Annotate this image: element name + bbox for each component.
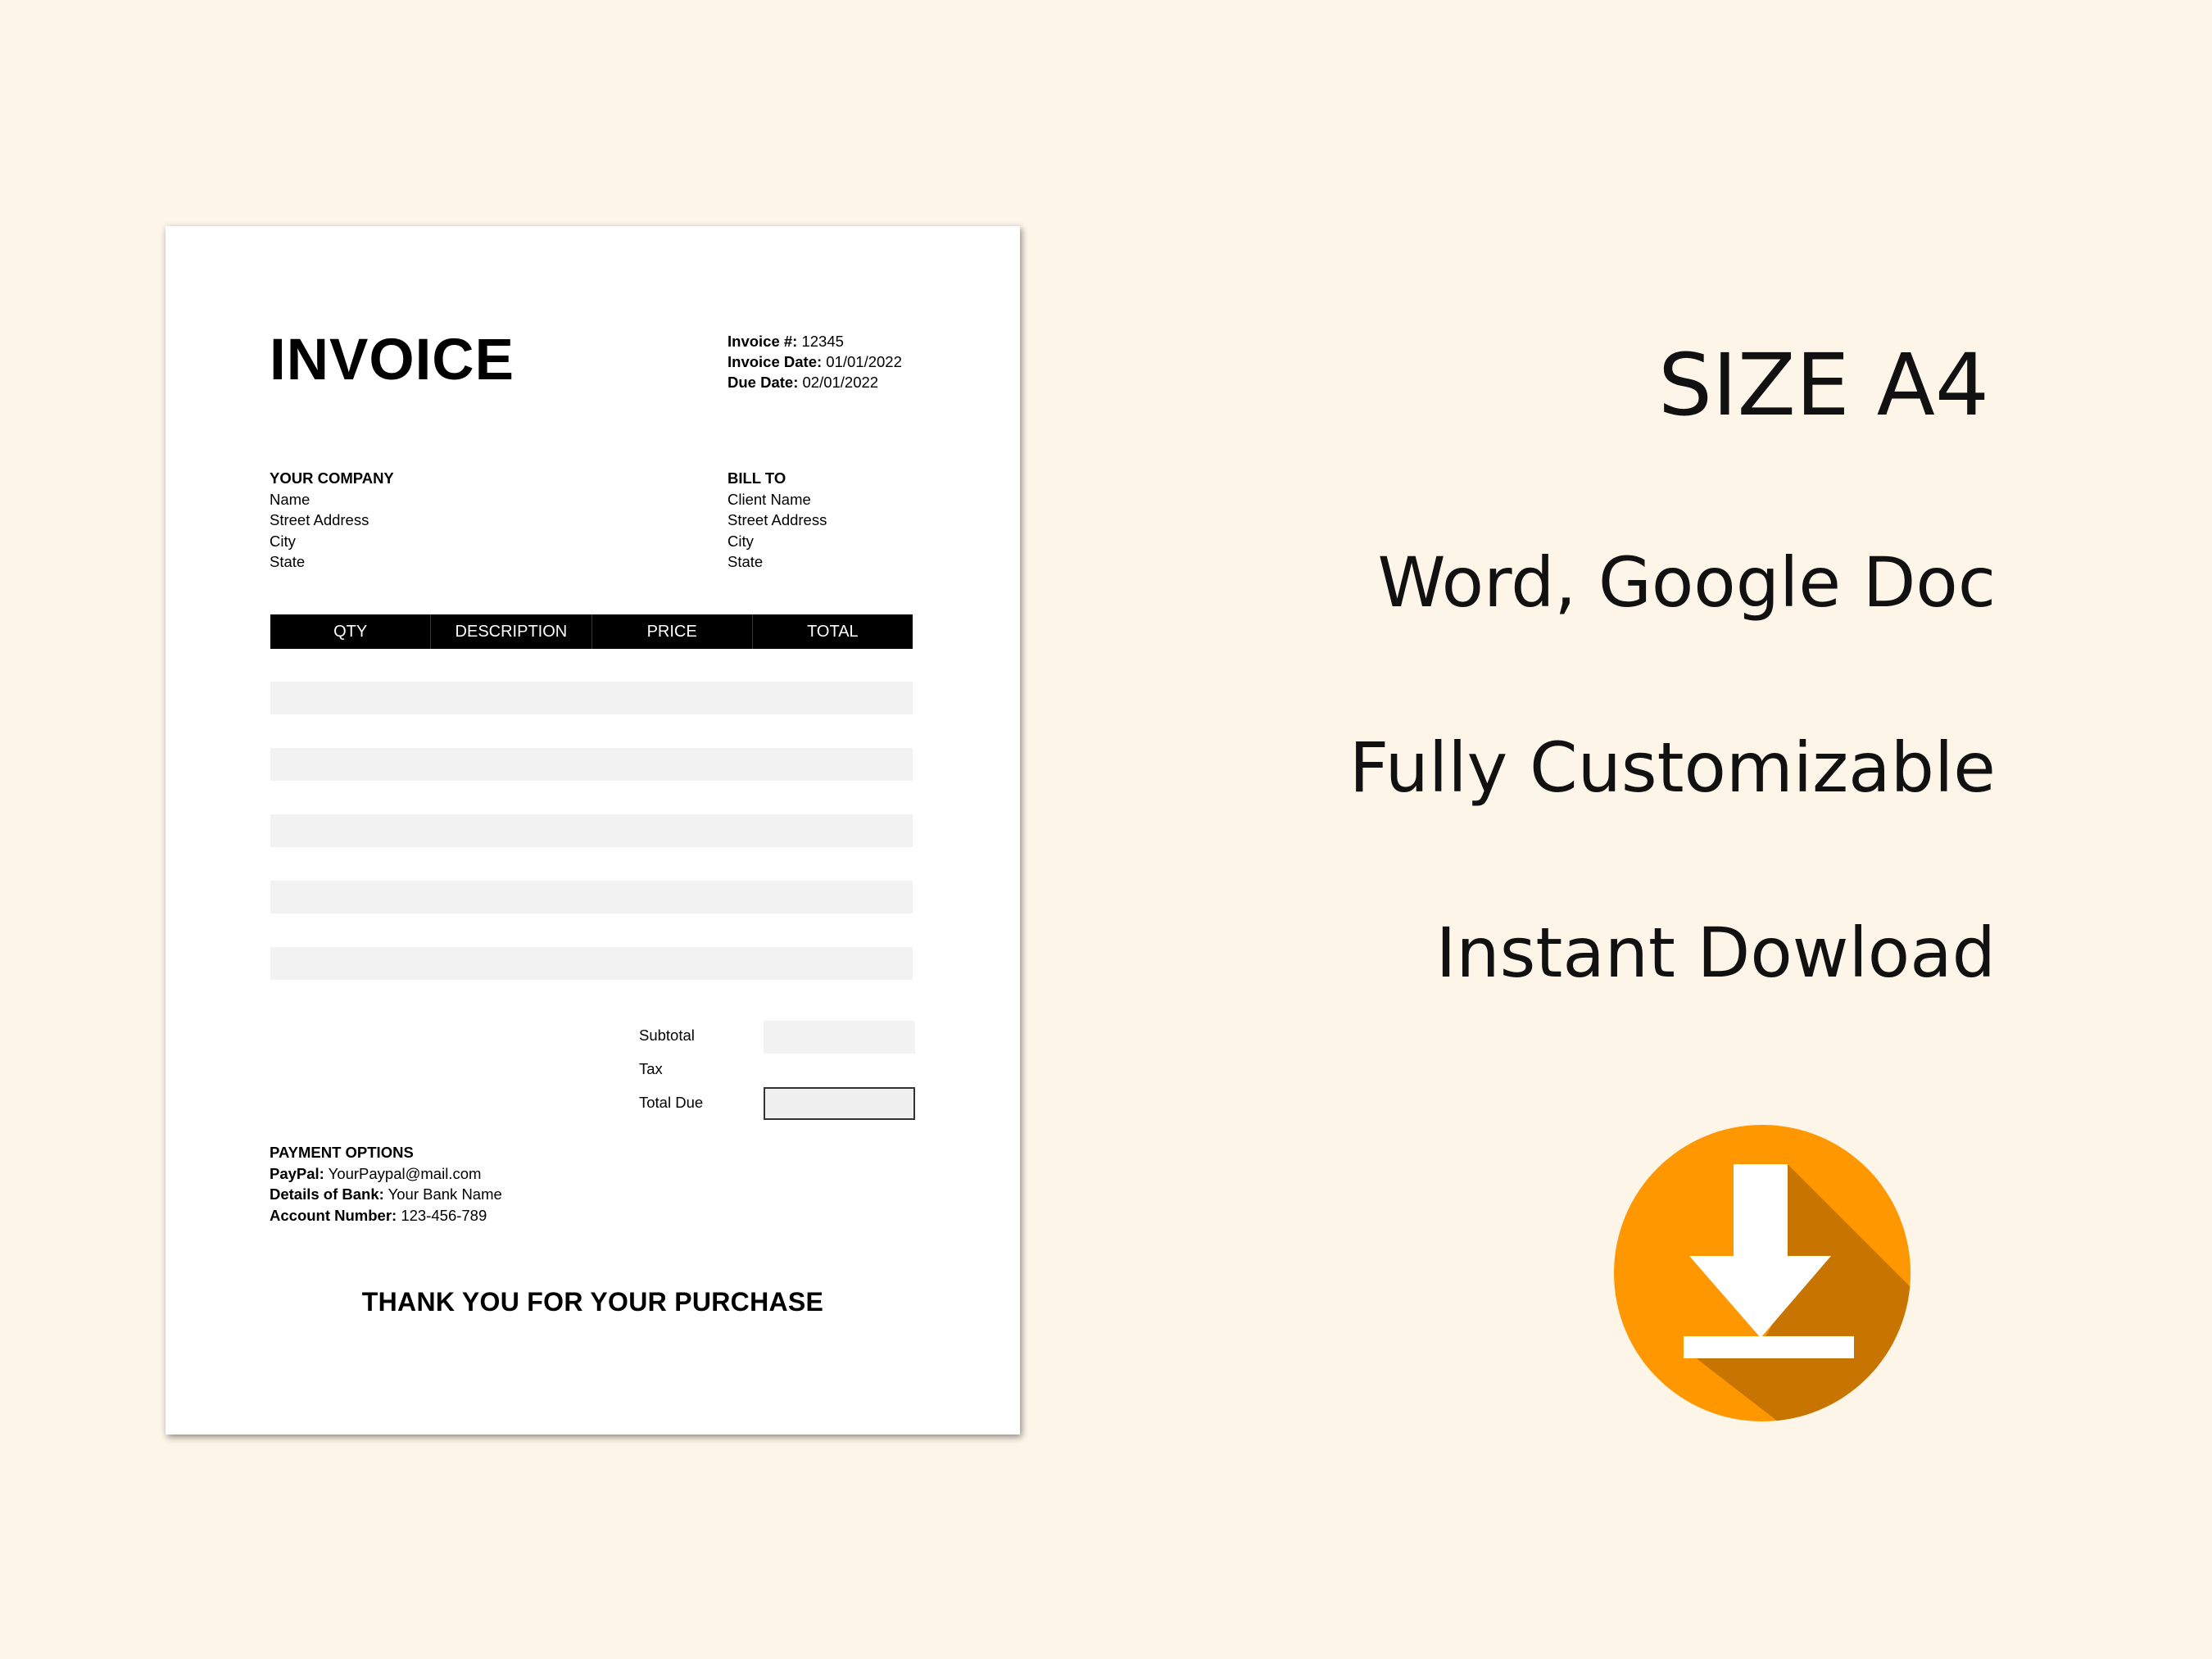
bill-to-line: Client Name xyxy=(728,489,827,510)
column-price: PRICE xyxy=(592,614,752,649)
bill-to-line: Street Address xyxy=(728,510,827,531)
payment-options: PAYMENT OPTIONS PayPal: YourPaypal@mail.… xyxy=(270,1142,502,1226)
bill-to-heading: BILL TO xyxy=(728,468,827,489)
invoice-meta: Invoice #: 12345 Invoice Date: 01/01/202… xyxy=(728,331,902,392)
invoice-title: INVOICE xyxy=(270,331,514,389)
company-heading: YOUR COMPANY xyxy=(270,468,394,489)
download-icon xyxy=(1614,1125,1911,1421)
table-row xyxy=(270,748,913,781)
company-line: Street Address xyxy=(270,510,394,531)
table-row xyxy=(270,947,913,980)
column-qty: QTY xyxy=(270,614,430,649)
total-due-box xyxy=(764,1087,915,1120)
payment-line: Account Number: 123-456-789 xyxy=(270,1205,502,1226)
invoice-number: Invoice #: 12345 xyxy=(728,331,902,351)
table-row xyxy=(270,881,913,913)
table-row xyxy=(270,814,913,847)
download-label: Instant Dowload xyxy=(1436,918,1996,987)
company-line: State xyxy=(270,551,394,573)
payment-heading: PAYMENT OPTIONS xyxy=(270,1142,502,1163)
company-block: YOUR COMPANY Name Street Address City St… xyxy=(270,468,394,573)
bill-to-line: State xyxy=(728,551,827,573)
thank-you-note: THANK YOU FOR YOUR PURCHASE xyxy=(165,1287,1020,1317)
due-date: Due Date: 02/01/2022 xyxy=(728,372,902,392)
column-total: TOTAL xyxy=(752,614,913,649)
items-table-header: QTY DESCRIPTION PRICE TOTAL xyxy=(270,614,913,649)
bill-to-block: BILL TO Client Name Street Address City … xyxy=(728,468,827,573)
column-description: DESCRIPTION xyxy=(430,614,591,649)
payment-line: PayPal: YourPaypal@mail.com xyxy=(270,1163,502,1185)
tax-label: Tax xyxy=(639,1060,663,1078)
size-label: SIZE A4 xyxy=(1658,342,1989,428)
invoice-date: Invoice Date: 01/01/2022 xyxy=(728,351,902,372)
company-line: City xyxy=(270,531,394,552)
customizable-label: Fully Customizable xyxy=(1349,733,1996,802)
formats-label: Word, Google Doc xyxy=(1378,548,1996,617)
bill-to-line: City xyxy=(728,531,827,552)
total-due-label: Total Due xyxy=(639,1094,703,1112)
company-line: Name xyxy=(270,489,394,510)
table-row xyxy=(270,682,913,714)
subtotal-label: Subtotal xyxy=(639,1027,695,1045)
subtotal-box xyxy=(764,1021,915,1054)
payment-line: Details of Bank: Your Bank Name xyxy=(270,1184,502,1205)
invoice-preview: INVOICE Invoice #: 12345 Invoice Date: 0… xyxy=(165,226,1020,1435)
